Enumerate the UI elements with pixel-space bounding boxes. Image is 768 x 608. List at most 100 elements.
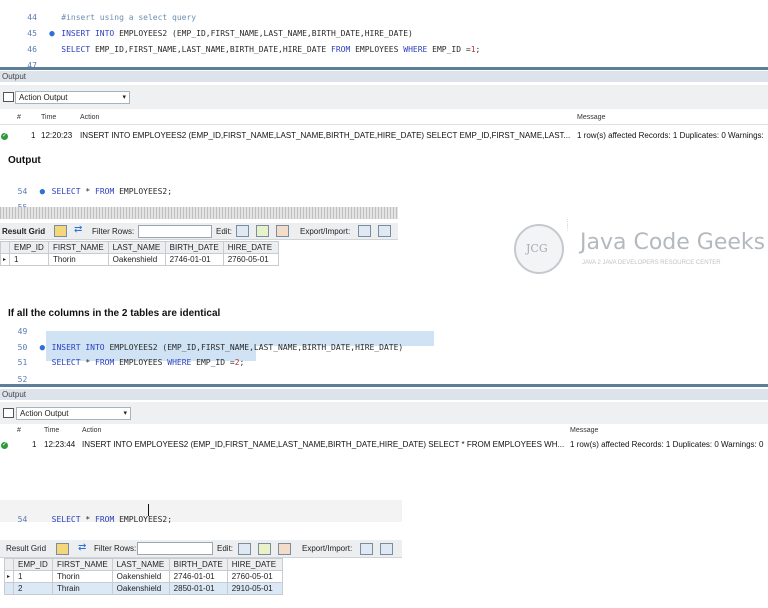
filter-rows-label: Filter Rows: xyxy=(92,227,135,236)
output-toolbar: Action Output ▾ xyxy=(0,402,768,424)
output-row[interactable]: ✓ 1 12:20:23 INSERT INTO EMPLOYEES2 (EMP… xyxy=(0,129,768,143)
filter-rows-input[interactable] xyxy=(138,225,212,238)
table-cell[interactable]: 2760-05-01 xyxy=(226,570,283,583)
chevron-down-icon: ▾ xyxy=(122,94,126,101)
result-grid: EMP_ID FIRST_NAME LAST_NAME BIRTH_DATE H… xyxy=(4,558,283,595)
edit-label: Edit: xyxy=(216,227,233,236)
export-icon[interactable] xyxy=(358,225,371,237)
table-cell[interactable]: 1 xyxy=(13,570,53,583)
import-icon[interactable] xyxy=(378,225,391,237)
line-number: 54 xyxy=(17,515,28,524)
action-output-dropdown[interactable]: Action Output ▾ xyxy=(16,407,131,420)
table-row[interactable]: ▸ 1 Thorin Oakenshield 2746-01-01 2760-0… xyxy=(0,253,279,266)
editor-line: 46 SELECT EMP_ID,FIRST_NAME,LAST_NAME,BIR… xyxy=(27,45,481,54)
edit-label: Edit: xyxy=(217,544,234,553)
export-icon[interactable] xyxy=(360,543,373,555)
line-number: 52 xyxy=(17,375,28,384)
panel-splitter[interactable] xyxy=(0,384,768,387)
col-header-time: Time xyxy=(44,427,60,434)
column-header[interactable]: BIRTH_DATE xyxy=(164,241,224,254)
col-header-action: Action xyxy=(80,114,100,121)
table-cell[interactable]: Oakenshield xyxy=(111,582,170,595)
row-selector-icon[interactable]: ▸ xyxy=(4,570,14,583)
column-header[interactable]: EMP_ID xyxy=(9,241,49,254)
statement-marker-icon: ● xyxy=(39,187,46,197)
column-header[interactable]: EMP_ID xyxy=(13,558,53,571)
column-header[interactable]: LAST_NAME xyxy=(111,558,170,571)
output-toolbar: Action Output ▾ xyxy=(0,85,768,109)
table-cell[interactable]: 2760-05-01 xyxy=(222,253,279,266)
add-row-icon[interactable] xyxy=(256,225,269,237)
text-cursor xyxy=(148,504,149,516)
grid-header-row: EMP_ID FIRST_NAME LAST_NAME BIRTH_DATE H… xyxy=(0,241,279,254)
panel-splitter[interactable] xyxy=(0,207,398,219)
table-cell[interactable]: 2746-01-01 xyxy=(164,253,224,266)
refresh-icon[interactable]: ⇄ xyxy=(78,542,86,553)
result-grid: EMP_ID FIRST_NAME LAST_NAME BIRTH_DATE H… xyxy=(0,241,279,266)
add-row-icon[interactable] xyxy=(258,543,271,555)
col-header-message: Message xyxy=(570,427,599,434)
filter-rows-label: Filter Rows: xyxy=(94,544,137,553)
export-import-label: Export/Import: xyxy=(300,227,351,236)
edit-row-icon[interactable] xyxy=(236,225,249,237)
sql-editor-top[interactable]: 44 #insert using a select query 45 ● INSERT… xyxy=(0,0,768,70)
table-cell[interactable]: Thorin xyxy=(48,253,109,266)
col-header-num: # xyxy=(17,427,21,434)
result-grid-label[interactable]: Result Grid xyxy=(2,227,45,236)
panel-splitter[interactable] xyxy=(0,67,768,70)
column-header[interactable]: HIRE_DATE xyxy=(222,241,279,254)
delete-row-icon[interactable] xyxy=(276,225,289,237)
editor-line: 52 xyxy=(8,366,40,384)
filter-rows-input[interactable] xyxy=(137,542,213,555)
jcg-logo: JCG ⋮ ⋮ Java Code Geeks JAVA 2 JAVA DEVEL… xyxy=(514,218,766,280)
column-header[interactable]: BIRTH_DATE xyxy=(168,558,228,571)
success-check-icon: ✓ xyxy=(1,133,8,140)
edit-row-icon[interactable] xyxy=(238,543,251,555)
result-grid-toolbar: Result Grid ⇄ Filter Rows: Edit: Export/… xyxy=(0,223,398,240)
grid-view-icon[interactable] xyxy=(56,543,69,555)
row-selector-icon[interactable]: ▸ xyxy=(0,253,10,266)
table-cell[interactable]: Oakenshield xyxy=(107,253,166,266)
table-cell[interactable]: 2850-01-01 xyxy=(168,582,228,595)
table-row[interactable]: ▸ 1 Thorin Oakenshield 2746-01-01 2760-0… xyxy=(4,570,283,583)
col-header-action: Action xyxy=(82,427,102,434)
column-header[interactable]: HIRE_DATE xyxy=(226,558,283,571)
table-cell[interactable]: Thorin xyxy=(52,570,113,583)
result-grid-toolbar: Result Grid ⇄ Filter Rows: Edit: Export/… xyxy=(0,540,402,558)
jcg-logo-badge: JCG xyxy=(514,224,564,274)
column-header[interactable]: FIRST_NAME xyxy=(48,241,109,254)
table-cell[interactable]: 1 xyxy=(9,253,49,266)
section-caption: If all the columns in the 2 tables are i… xyxy=(8,308,221,319)
output-row[interactable]: ✓ 1 12:23:44 INSERT INTO EMPLOYEES2 (EMP… xyxy=(0,437,768,451)
col-header-time: Time xyxy=(41,114,57,121)
row-selector-icon[interactable] xyxy=(4,582,14,595)
table-row[interactable]: 2 Thrain Oakenshield 2850-01-01 2910-05-… xyxy=(4,582,283,595)
import-icon[interactable] xyxy=(380,543,393,555)
output-header-row: # Time Action Message xyxy=(0,112,768,125)
col-header-message: Message xyxy=(577,114,606,121)
output-panel-title: Output xyxy=(0,389,768,400)
delete-row-icon[interactable] xyxy=(278,543,291,555)
column-header[interactable]: LAST_NAME xyxy=(107,241,166,254)
editor-line: 51 SELECT * FROM EMPLOYEES WHERE EMP_ID =… xyxy=(17,358,245,367)
table-cell[interactable]: 2 xyxy=(13,582,53,595)
table-cell[interactable]: Thrain xyxy=(52,582,113,595)
grid-header-row: EMP_ID FIRST_NAME LAST_NAME BIRTH_DATE H… xyxy=(4,558,283,571)
success-check-icon: ✓ xyxy=(1,442,8,449)
export-import-label: Export/Import: xyxy=(302,544,353,553)
section-caption: Output xyxy=(8,155,41,166)
table-cell[interactable]: 2910-05-01 xyxy=(226,582,283,595)
output-header-row: # Time Action Message xyxy=(0,426,768,437)
jcg-brand-text: Java Code Geeks xyxy=(580,230,766,255)
result-grid-label[interactable]: Result Grid xyxy=(6,544,46,553)
table-cell[interactable]: Oakenshield xyxy=(111,570,170,583)
action-output-dropdown[interactable]: Action Output ▾ xyxy=(15,91,130,104)
grid-view-icon[interactable] xyxy=(54,225,67,237)
jcg-dots-icon: ⋮ ⋮ xyxy=(564,219,571,232)
output-panel-icon xyxy=(3,408,14,418)
table-cell[interactable]: 2746-01-01 xyxy=(168,570,228,583)
column-header[interactable]: FIRST_NAME xyxy=(52,558,113,571)
refresh-icon[interactable]: ⇄ xyxy=(74,224,82,235)
output-panel-icon xyxy=(3,92,14,102)
col-header-num: # xyxy=(17,114,21,121)
